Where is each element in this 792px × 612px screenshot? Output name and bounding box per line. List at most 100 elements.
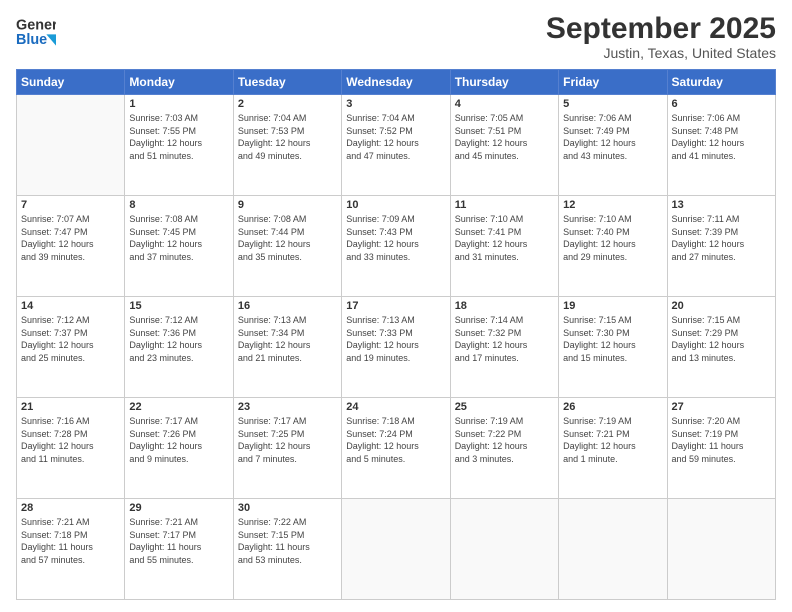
calendar-cell: 6 Sunrise: 7:06 AM Sunset: 7:48 PM Daylig… [667, 95, 775, 196]
day-number: 29 [129, 502, 228, 514]
calendar-cell: 30 Sunrise: 7:22 AM Sunset: 7:15 PM Dayli… [233, 499, 341, 600]
day-number: 1 [129, 98, 228, 110]
col-saturday: Saturday [667, 70, 775, 95]
day-info: Sunrise: 7:21 AM Sunset: 7:17 PM Dayligh… [129, 516, 228, 566]
calendar-cell: 2 Sunrise: 7:04 AM Sunset: 7:53 PM Daylig… [233, 95, 341, 196]
calendar-cell [17, 95, 125, 196]
day-info: Sunrise: 7:06 AM Sunset: 7:48 PM Dayligh… [672, 112, 771, 162]
day-info: Sunrise: 7:03 AM Sunset: 7:55 PM Dayligh… [129, 112, 228, 162]
calendar-cell: 8 Sunrise: 7:08 AM Sunset: 7:45 PM Daylig… [125, 196, 233, 297]
day-info: Sunrise: 7:19 AM Sunset: 7:22 PM Dayligh… [455, 415, 554, 465]
calendar-month-year: September 2025 [546, 12, 776, 45]
day-number: 16 [238, 300, 337, 312]
day-info: Sunrise: 7:17 AM Sunset: 7:26 PM Dayligh… [129, 415, 228, 465]
calendar-cell: 21 Sunrise: 7:16 AM Sunset: 7:28 PM Dayli… [17, 398, 125, 499]
calendar-cell: 20Sunrise: 7:15 AM Sunset: 7:29 PM Dayli… [667, 297, 775, 398]
col-thursday: Thursday [450, 70, 558, 95]
calendar-cell: 18Sunrise: 7:14 AM Sunset: 7:32 PM Dayli… [450, 297, 558, 398]
day-number: 8 [129, 199, 228, 211]
day-info: Sunrise: 7:20 AM Sunset: 7:19 PM Dayligh… [672, 415, 771, 465]
logo: General Blue [16, 12, 60, 52]
day-number: 19 [563, 300, 662, 312]
day-number: 5 [563, 98, 662, 110]
page-header: General Blue September 2025 Justin, Texa… [16, 12, 776, 61]
day-number: 9 [238, 199, 337, 211]
calendar-cell: 11 Sunrise: 7:10 AM Sunset: 7:41 PM Dayli… [450, 196, 558, 297]
day-info: Sunrise: 7:21 AM Sunset: 7:18 PM Dayligh… [21, 516, 120, 566]
calendar-cell: 3Sunrise: 7:04 AM Sunset: 7:52 PM Daylig… [342, 95, 450, 196]
day-info: Sunrise: 7:22 AM Sunset: 7:15 PM Dayligh… [238, 516, 337, 566]
day-info: Sunrise: 7:06 AM Sunset: 7:49 PM Dayligh… [563, 112, 662, 162]
calendar-cell: 14Sunrise: 7:12 AM Sunset: 7:37 PM Dayli… [17, 297, 125, 398]
day-info: Sunrise: 7:10 AM Sunset: 7:41 PM Dayligh… [455, 213, 554, 263]
calendar-cell: 15 Sunrise: 7:12 AM Sunset: 7:36 PM Dayli… [125, 297, 233, 398]
day-info: Sunrise: 7:09 AM Sunset: 7:43 PM Dayligh… [346, 213, 445, 263]
col-friday: Friday [559, 70, 667, 95]
day-number: 10 [346, 199, 445, 211]
day-number: 24 [346, 401, 445, 413]
day-number: 27 [672, 401, 771, 413]
day-number: 6 [672, 98, 771, 110]
calendar-cell: 26 Sunrise: 7:19 AM Sunset: 7:21 PM Dayli… [559, 398, 667, 499]
calendar-cell: 10 Sunrise: 7:09 AM Sunset: 7:43 PM Dayli… [342, 196, 450, 297]
day-number: 30 [238, 502, 337, 514]
calendar-cell: 29 Sunrise: 7:21 AM Sunset: 7:17 PM Dayli… [125, 499, 233, 600]
day-info: Sunrise: 7:16 AM Sunset: 7:28 PM Dayligh… [21, 415, 120, 465]
day-number: 12 [563, 199, 662, 211]
calendar-row-4: 21 Sunrise: 7:16 AM Sunset: 7:28 PM Dayli… [17, 398, 776, 499]
calendar-cell [667, 499, 775, 600]
day-number: 13 [672, 199, 771, 211]
day-number: 21 [21, 401, 120, 413]
day-info: Sunrise: 7:13 AM Sunset: 7:33 PM Dayligh… [346, 314, 445, 364]
day-number: 7 [21, 199, 120, 211]
day-info: Sunrise: 7:15 AM Sunset: 7:29 PM Dayligh… [672, 314, 771, 364]
day-info: Sunrise: 7:08 AM Sunset: 7:45 PM Dayligh… [129, 213, 228, 263]
calendar-cell: 24 Sunrise: 7:18 AM Sunset: 7:24 PM Dayli… [342, 398, 450, 499]
day-info: Sunrise: 7:17 AM Sunset: 7:25 PM Dayligh… [238, 415, 337, 465]
calendar-cell: 17Sunrise: 7:13 AM Sunset: 7:33 PM Dayli… [342, 297, 450, 398]
day-info: Sunrise: 7:08 AM Sunset: 7:44 PM Dayligh… [238, 213, 337, 263]
calendar-header-row: Sunday Monday Tuesday Wednesday Thursday… [17, 70, 776, 95]
calendar-cell: 22 Sunrise: 7:17 AM Sunset: 7:26 PM Dayli… [125, 398, 233, 499]
calendar-cell: 28Sunrise: 7:21 AM Sunset: 7:18 PM Dayli… [17, 499, 125, 600]
day-info: Sunrise: 7:19 AM Sunset: 7:21 PM Dayligh… [563, 415, 662, 465]
calendar-table: Sunday Monday Tuesday Wednesday Thursday… [16, 69, 776, 600]
svg-text:General: General [16, 18, 56, 34]
calendar-row-2: 7Sunrise: 7:07 AM Sunset: 7:47 PM Daylig… [17, 196, 776, 297]
day-info: Sunrise: 7:12 AM Sunset: 7:36 PM Dayligh… [129, 314, 228, 364]
calendar-row-5: 28Sunrise: 7:21 AM Sunset: 7:18 PM Dayli… [17, 499, 776, 600]
day-number: 23 [238, 401, 337, 413]
day-number: 22 [129, 401, 228, 413]
day-number: 2 [238, 98, 337, 110]
calendar-cell: 9 Sunrise: 7:08 AM Sunset: 7:44 PM Daylig… [233, 196, 341, 297]
calendar-cell: 5 Sunrise: 7:06 AM Sunset: 7:49 PM Daylig… [559, 95, 667, 196]
calendar-cell [342, 499, 450, 600]
calendar-cell: 25Sunrise: 7:19 AM Sunset: 7:22 PM Dayli… [450, 398, 558, 499]
svg-text:Blue: Blue [16, 32, 47, 48]
day-info: Sunrise: 7:05 AM Sunset: 7:51 PM Dayligh… [455, 112, 554, 162]
calendar-cell [450, 499, 558, 600]
day-info: Sunrise: 7:14 AM Sunset: 7:32 PM Dayligh… [455, 314, 554, 364]
col-sunday: Sunday [17, 70, 125, 95]
day-info: Sunrise: 7:10 AM Sunset: 7:40 PM Dayligh… [563, 213, 662, 263]
day-number: 14 [21, 300, 120, 312]
calendar-row-1: 1 Sunrise: 7:03 AM Sunset: 7:55 PM Daylig… [17, 95, 776, 196]
day-info: Sunrise: 7:04 AM Sunset: 7:53 PM Dayligh… [238, 112, 337, 162]
day-info: Sunrise: 7:18 AM Sunset: 7:24 PM Dayligh… [346, 415, 445, 465]
calendar-cell: 13Sunrise: 7:11 AM Sunset: 7:39 PM Dayli… [667, 196, 775, 297]
calendar-cell: 19 Sunrise: 7:15 AM Sunset: 7:30 PM Dayli… [559, 297, 667, 398]
calendar-cell: 4Sunrise: 7:05 AM Sunset: 7:51 PM Daylig… [450, 95, 558, 196]
calendar-cell [559, 499, 667, 600]
calendar-cell: 16Sunrise: 7:13 AM Sunset: 7:34 PM Dayli… [233, 297, 341, 398]
day-number: 26 [563, 401, 662, 413]
calendar-location: Justin, Texas, United States [546, 45, 776, 61]
logo-icon: General Blue [16, 12, 56, 52]
day-number: 11 [455, 199, 554, 211]
col-tuesday: Tuesday [233, 70, 341, 95]
calendar-row-3: 14Sunrise: 7:12 AM Sunset: 7:37 PM Dayli… [17, 297, 776, 398]
calendar-title-block: September 2025 Justin, Texas, United Sta… [546, 12, 776, 61]
day-info: Sunrise: 7:15 AM Sunset: 7:30 PM Dayligh… [563, 314, 662, 364]
col-monday: Monday [125, 70, 233, 95]
day-number: 15 [129, 300, 228, 312]
calendar-cell: 1 Sunrise: 7:03 AM Sunset: 7:55 PM Daylig… [125, 95, 233, 196]
